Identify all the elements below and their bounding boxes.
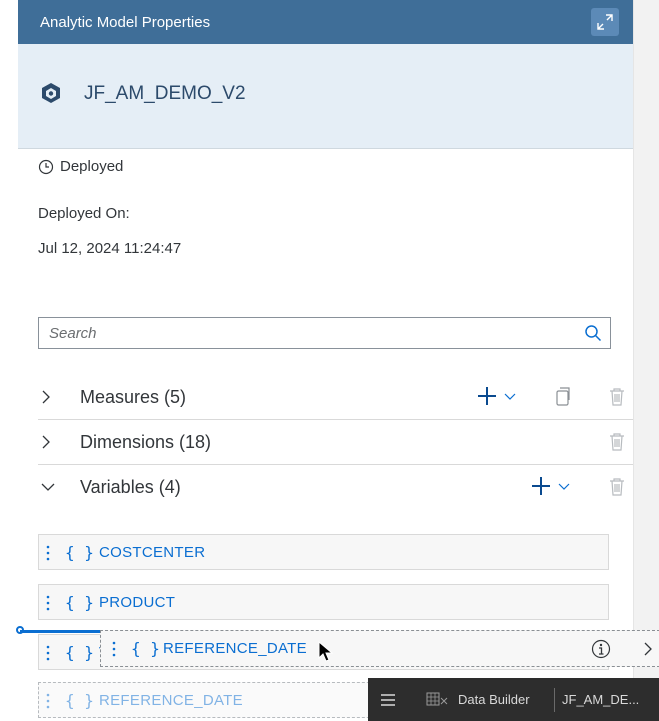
drag-handle-icon[interactable] (111, 640, 117, 658)
mouse-cursor-icon (318, 641, 334, 662)
status-label: Deployed (60, 158, 124, 175)
data-builder-icon (426, 692, 448, 706)
chevron-down-icon[interactable] (558, 483, 570, 491)
chevron-down-icon[interactable] (40, 481, 56, 493)
section-label: Measures (5) (80, 387, 187, 407)
variable-icon: { } (65, 643, 94, 662)
search-input[interactable]: Search (38, 317, 611, 349)
variable-icon: { } (131, 639, 160, 658)
right-edge-strip (633, 0, 659, 721)
chevron-right-icon[interactable] (643, 641, 653, 657)
section-label: Dimensions (18) (80, 432, 212, 452)
chevron-down-icon[interactable] (504, 393, 516, 401)
variable-label: REFERENCE_DATE (99, 692, 243, 709)
bottom-taskbar: Data Builder JF_AM_DE... (368, 678, 659, 721)
model-tab[interactable]: JF_AM_DE... (562, 692, 639, 707)
drop-indicator-line (20, 630, 100, 633)
drag-handle-icon[interactable] (45, 594, 51, 612)
variable-item[interactable]: { } PRODUCT (38, 584, 609, 620)
deployed-on-value: Jul 12, 2024 11:24:47 (38, 240, 182, 257)
section-label: Variables (4) (80, 477, 181, 497)
chevron-right-icon[interactable] (40, 434, 52, 450)
panel-header: Analytic Model Properties (18, 0, 633, 44)
variable-item[interactable]: { } COSTCENTER (38, 534, 609, 570)
trash-icon[interactable] (608, 432, 626, 452)
variable-label: PRODUCT (99, 594, 176, 611)
model-name: JF_AM_DEMO_V2 (84, 83, 246, 104)
dragged-variable-ghost[interactable]: { } REFERENCE_DATE (100, 630, 659, 667)
trash-icon[interactable] (608, 387, 626, 407)
variable-label: COSTCENTER (99, 544, 206, 561)
deploy-status: Deployed (38, 158, 123, 175)
variable-icon: { } (65, 543, 94, 562)
add-icon[interactable] (530, 475, 552, 497)
search-icon[interactable] (584, 324, 602, 342)
data-builder-link[interactable]: Data Builder (458, 692, 530, 707)
variable-label: REFERENCE_DATE (163, 640, 307, 657)
drag-handle-icon[interactable] (45, 544, 51, 562)
drag-handle-icon[interactable] (45, 692, 51, 710)
add-icon[interactable] (476, 385, 498, 407)
cube-icon (42, 83, 60, 103)
section-variables[interactable]: Variables (4) (38, 465, 633, 509)
section-measures[interactable]: Measures (5) (38, 375, 633, 420)
expand-button[interactable] (591, 8, 619, 36)
drag-handle-icon[interactable] (45, 644, 51, 662)
panel-title: Analytic Model Properties (40, 14, 211, 31)
variable-icon: { } (65, 691, 94, 710)
trash-icon[interactable] (608, 477, 626, 497)
taskbar-separator (554, 688, 555, 712)
model-bar: JF_AM_DEMO_V2 (18, 44, 633, 149)
properties-panel: Analytic Model Properties JF_AM_DEMO_V2 … (18, 0, 633, 721)
expand-icon (597, 14, 613, 30)
section-dimensions[interactable]: Dimensions (18) (38, 420, 633, 465)
menu-icon[interactable] (380, 693, 396, 707)
variable-icon: { } (65, 593, 94, 612)
chevron-right-icon[interactable] (40, 389, 52, 405)
copy-icon[interactable] (554, 387, 572, 407)
deployed-on-label: Deployed On: (38, 205, 130, 222)
info-icon[interactable] (591, 639, 611, 659)
clock-icon (38, 159, 54, 175)
search-placeholder: Search (49, 325, 97, 342)
